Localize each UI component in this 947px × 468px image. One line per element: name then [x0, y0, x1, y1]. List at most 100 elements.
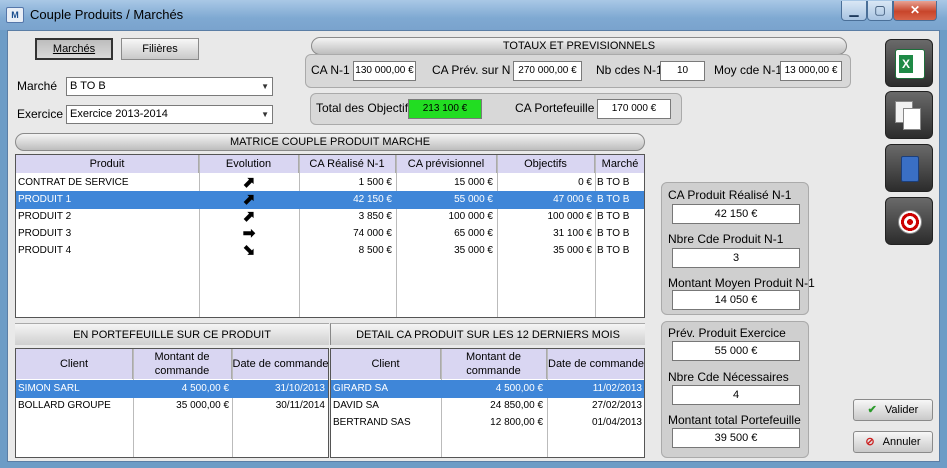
table-row[interactable]: SIMON SARL 4 500,00 € 31/10/2013 [16, 380, 328, 398]
matrice-table: Produit Evolution CA Réalisé N-1 CA prév… [15, 154, 645, 318]
excel-icon: X [895, 49, 925, 79]
tab-filieres[interactable]: Filières [121, 38, 199, 60]
montant-total-field[interactable]: 39 500 € [672, 428, 800, 448]
cell-client: BOLLARD GROUPE [18, 400, 111, 411]
col-date[interactable]: Date de commande [547, 349, 644, 379]
col-montant[interactable]: Montant de commande [133, 349, 232, 379]
tab-marches[interactable]: Marchés [35, 38, 113, 60]
table-row[interactable]: CONTRAT DE SERVICE ⬈ 1 500 €15 000 €0 € B T… [16, 174, 644, 192]
nbre-cde-field[interactable]: 3 [672, 248, 800, 268]
ca-n1-label: CA N-1 [311, 63, 350, 77]
evolution-arrow-icon: ⬊ [242, 242, 256, 259]
total-obj-label: Total des Objectifs [316, 101, 415, 115]
col-marche[interactable]: Marché [595, 155, 644, 173]
marche-label: Marché [17, 79, 58, 93]
book-button[interactable] [885, 144, 933, 192]
main-client-area: Marchés Filières Marché B TO B ▼ Exercice… [7, 30, 940, 462]
col-date[interactable]: Date de commande [232, 349, 328, 379]
cell-produit: PRODUIT 1 [18, 194, 72, 205]
cell-produit: CONTRAT DE SERVICE [18, 177, 129, 188]
cell-client: SIMON SARL [18, 383, 80, 394]
cell-montant: 4 500,00 € [495, 383, 543, 394]
col-objectifs[interactable]: Objectifs [497, 155, 595, 173]
cell-ca-realise: 42 150 € [353, 194, 392, 205]
table-row[interactable]: PRODUIT 2 ⬈ 3 850 €100 000 €100 000 € B TO … [16, 208, 644, 226]
prev-produit-field[interactable]: 55 000 € [672, 341, 800, 361]
cell-ca-realise: 3 850 € [358, 211, 392, 222]
table-row[interactable]: BERTRAND SAS 12 800,00 € 01/04/2013 [331, 414, 644, 432]
total-obj-field[interactable]: 213 100 € [408, 99, 482, 119]
target-button[interactable] [885, 197, 933, 245]
col-ca-prev[interactable]: CA prévisionnel [396, 155, 497, 173]
moy-cde-field[interactable]: 13 000,00 € [780, 61, 842, 81]
excel-export-button[interactable]: X [885, 39, 933, 87]
nb-cdes-field[interactable]: 10 [660, 61, 705, 81]
exercice-select[interactable]: Exercice 2013-2014 ▼ [66, 105, 273, 124]
totaux-header: TOTAUX ET PREVISIONNELS [311, 37, 847, 55]
col-client[interactable]: Client [331, 349, 441, 379]
maximize-button[interactable]: ▢ [867, 1, 893, 21]
cell-produit: PRODUIT 4 [18, 245, 72, 256]
cell-client: GIRARD SA [333, 383, 389, 394]
montant-total-label: Montant total Portefeuille [668, 413, 801, 427]
cell-ca-realise: 8 500 € [358, 245, 392, 256]
cell-marche: B TO B [597, 228, 630, 239]
annuler-button[interactable]: ⊘ Annuler [853, 431, 933, 453]
minimize-button[interactable]: ▁ [841, 1, 867, 21]
table-row[interactable]: PRODUIT 1 ⬈ 42 150 €55 000 €47 000 € B TO B [16, 191, 644, 209]
col-evolution[interactable]: Evolution [199, 155, 299, 173]
nbre-cde-necessaires-field[interactable]: 4 [672, 385, 800, 405]
ca-port-field[interactable]: 170 000 € [597, 99, 671, 119]
montant-moyen-label: Montant Moyen Produit N-1 [668, 276, 815, 290]
ca-prev-field[interactable]: 270 000,00 € [513, 61, 582, 81]
table-row[interactable]: PRODUIT 4 ⬊ 8 500 € 35 000 € 35 000 € B TO B [16, 242, 644, 260]
cell-montant: 35 000,00 € [176, 400, 229, 411]
documents-button[interactable] [885, 91, 933, 139]
prev-produit-label: Prév. Produit Exercice [668, 326, 786, 340]
cell-client: BERTRAND SAS [333, 417, 411, 428]
target-icon [895, 207, 925, 237]
table-row[interactable]: PRODUIT 3 ➡ 74 000 €65 000 €31 100 € B TO B [16, 225, 644, 243]
table-row[interactable]: DAVID SA 24 850,00 € 27/02/2013 [331, 397, 644, 415]
nb-cdes-label: Nb cdes N-1 [596, 63, 663, 77]
ca-produit-realise-field[interactable]: 42 150 € [672, 204, 800, 224]
cell-ca-realise: 1 500 € [358, 177, 392, 188]
cell-marche: B TO B [597, 194, 630, 205]
montant-moyen-field[interactable]: 14 050 € [672, 290, 800, 310]
cell-objectifs: 0 € [578, 177, 592, 188]
cell-ca-prev: 65 000 € [454, 228, 493, 239]
cell-montant: 4 500,00 € [181, 383, 229, 394]
detail-title: DETAIL CA PRODUIT SUR LES 12 DERNIERS MO… [356, 329, 620, 341]
table-row[interactable]: BOLLARD GROUPE 35 000,00 € 30/11/2014 [16, 397, 328, 415]
col-client[interactable]: Client [16, 349, 133, 379]
cell-ca-prev: 55 000 € [454, 194, 493, 205]
ca-port-label: CA Portefeuille [515, 101, 595, 115]
table-row[interactable]: GIRARD SA 4 500,00 € 11/02/2013 [331, 380, 644, 398]
nbre-cde-label: Nbre Cde Produit N-1 [668, 232, 784, 246]
portefeuille-header: EN PORTEFEUILLE SUR CE PRODUIT [15, 323, 329, 345]
matrice-header: MATRICE COUPLE PRODUIT MARCHE [15, 133, 645, 151]
moy-cde-label: Moy cde N-1 [714, 63, 783, 77]
cell-marche: B TO B [597, 177, 630, 188]
close-button[interactable]: ✕ [893, 1, 937, 21]
cancel-icon: ⊘ [865, 436, 875, 448]
cell-montant: 12 800,00 € [490, 417, 543, 428]
portefeuille-table: Client Montant de commande Date de comma… [15, 348, 329, 458]
totaux-title: TOTAUX ET PREVISIONNELS [502, 40, 656, 52]
col-ca-realise[interactable]: CA Réalisé N-1 [299, 155, 396, 173]
cell-date: 31/10/2013 [274, 383, 325, 394]
window-title: Couple Produits / Marchés [30, 7, 184, 22]
cell-objectifs: 47 000 € [553, 194, 592, 205]
ca-produit-realise-label: CA Produit Réalisé N-1 [668, 188, 792, 202]
cell-ca-prev: 35 000 € [454, 245, 493, 256]
chevron-down-icon: ▼ [261, 110, 269, 119]
documents-icon [895, 101, 925, 131]
valider-button[interactable]: ✔ Valider [853, 399, 933, 421]
col-montant[interactable]: Montant de commande [441, 349, 547, 379]
col-produit[interactable]: Produit [16, 155, 199, 173]
cell-montant: 24 850,00 € [490, 400, 543, 411]
marche-select-value: B TO B [70, 80, 106, 92]
ca-n1-field[interactable]: 130 000,00 € [353, 61, 416, 81]
marche-select[interactable]: B TO B ▼ [66, 77, 273, 96]
cell-objectifs: 35 000 € [553, 245, 592, 256]
